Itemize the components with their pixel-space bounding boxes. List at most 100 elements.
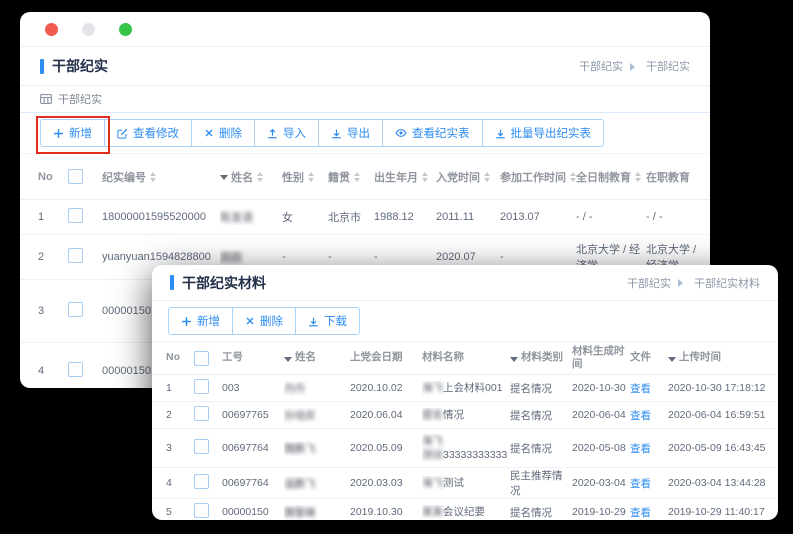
column-header-birth[interactable]: 出生年月 xyxy=(374,169,436,185)
column-header-gender[interactable]: 性别 xyxy=(282,169,328,185)
add-button[interactable]: 新增 xyxy=(40,119,105,147)
cell-record-id: yuanyuan1594828800 xyxy=(102,251,220,263)
view-file-link[interactable]: 查看 xyxy=(630,410,651,422)
breadcrumb-arrow-icon xyxy=(678,279,687,287)
view-file-link[interactable]: 查看 xyxy=(630,507,651,519)
window-titlebar xyxy=(20,12,710,47)
row-checkbox[interactable] xyxy=(68,248,83,263)
table-row[interactable]: 2 00697765 孙培弈 2020.06.04 提名情况 提名情况 2020… xyxy=(152,402,778,429)
breadcrumb-root[interactable]: 干部纪实 xyxy=(579,58,623,74)
batch-export-button[interactable]: 批量导出纪实表 xyxy=(482,119,605,147)
close-icon xyxy=(245,316,255,326)
cell-category: 提名情况 xyxy=(510,408,572,423)
cell-meeting-date: 2020.03.03 xyxy=(350,477,422,489)
table-row[interactable]: 5 00000150 魏警峰 2019.10.30 某某会议纪要 提名情况 20… xyxy=(152,499,778,520)
cell-emp-id: 00000150 xyxy=(222,506,284,518)
row-checkbox[interactable] xyxy=(194,503,209,518)
table-row[interactable]: 1 003 丹丹 2020.10.02 海飞上会材料001 提名情况 2020-… xyxy=(152,375,778,402)
filter-icon[interactable] xyxy=(668,357,676,366)
view-file-link[interactable]: 查看 xyxy=(630,383,651,395)
column-header-name[interactable]: 姓名 xyxy=(220,169,282,185)
filter-icon[interactable] xyxy=(220,175,228,184)
cell-category: 提名情况 xyxy=(510,381,572,396)
cell-generated: 2019-10-29 xyxy=(572,506,630,518)
breadcrumb-root[interactable]: 干部纪实 xyxy=(627,275,671,291)
delete-button[interactable]: 删除 xyxy=(232,307,296,335)
column-header-no: No xyxy=(38,171,68,183)
column-header-meeting-date[interactable]: 上党会日期 xyxy=(350,351,422,364)
filter-icon[interactable] xyxy=(284,357,292,366)
column-header-party-join[interactable]: 入党时间 xyxy=(436,169,500,185)
breadcrumb-current: 干部纪实 xyxy=(646,58,690,74)
select-all-checkbox[interactable] xyxy=(194,351,209,366)
sort-icon[interactable] xyxy=(308,172,314,182)
column-header-generated[interactable]: 材料生成时间 xyxy=(572,345,630,371)
cell-material-name: 某某会议纪要 xyxy=(422,505,510,519)
cell-gender: - xyxy=(282,251,328,263)
row-checkbox[interactable] xyxy=(68,362,83,377)
download-button[interactable]: 下载 xyxy=(295,307,360,335)
column-header-category[interactable]: 材料类别 xyxy=(510,351,572,364)
import-button[interactable]: 导入 xyxy=(254,119,319,147)
breadcrumb-current: 干部纪实材料 xyxy=(694,275,760,291)
sort-icon[interactable] xyxy=(484,172,490,182)
row-checkbox-cell xyxy=(194,474,222,492)
row-checkbox[interactable] xyxy=(194,474,209,489)
column-header-work-start[interactable]: 参加工作时间 xyxy=(500,169,576,185)
cell-name: 圆圆 xyxy=(220,249,282,265)
export-button[interactable]: 导出 xyxy=(318,119,383,147)
view-record-table-button[interactable]: 查看纪实表 xyxy=(382,119,483,147)
table-row[interactable]: 1 18000001595520000 陈发语 女 北京市 1988.12 20… xyxy=(20,200,710,235)
sort-icon[interactable] xyxy=(635,172,641,182)
row-checkbox[interactable] xyxy=(68,302,83,317)
row-checkbox[interactable] xyxy=(194,379,209,394)
column-header-name[interactable]: 姓名 xyxy=(284,351,350,364)
view-file-link[interactable]: 查看 xyxy=(630,478,651,490)
column-header-onjob-edu[interactable]: 在职教育 xyxy=(646,169,710,185)
sort-icon[interactable] xyxy=(150,172,156,182)
select-all-checkbox[interactable] xyxy=(68,169,83,184)
row-index: 2 xyxy=(166,409,194,421)
cell-birth: 1988.12 xyxy=(374,211,436,223)
maximize-window-button[interactable] xyxy=(119,23,132,36)
table-row[interactable]: 4 00697764 温鹏飞 2020.03.03 海飞测试 民主推荐情况 20… xyxy=(152,468,778,499)
row-checkbox[interactable] xyxy=(194,439,209,454)
sort-icon[interactable] xyxy=(257,172,263,182)
table-body: 1 003 丹丹 2020.10.02 海飞上会材料001 提名情况 2020-… xyxy=(152,375,778,520)
header-checkbox-cell xyxy=(68,169,102,184)
cell-work-start: - xyxy=(500,251,576,263)
page-header: 干部纪实材料 干部纪实 干部纪实材料 xyxy=(152,265,778,301)
cell-upload-time: 2020-10-30 17:18:12 xyxy=(668,382,778,394)
table-row[interactable]: 3 00697764 魏鹏飞 2020.05.09 海飞 测试333333333… xyxy=(152,429,778,468)
column-header-fulltime-edu[interactable]: 全日制教育 xyxy=(576,169,646,185)
toolbar-button-group: 新增 查看修改 删除 导入 导出 xyxy=(40,119,604,147)
row-checkbox-cell xyxy=(68,208,102,226)
column-header-native-place[interactable]: 籍贯 xyxy=(328,169,374,185)
delete-button[interactable]: 删除 xyxy=(191,119,255,147)
cell-name: 魏鹏飞 xyxy=(284,441,350,456)
edit-icon xyxy=(117,128,128,139)
sort-icon[interactable] xyxy=(422,172,428,182)
minimize-window-button[interactable] xyxy=(82,23,95,36)
filter-icon[interactable] xyxy=(510,357,518,366)
plus-icon xyxy=(181,316,192,327)
column-header-material-name[interactable]: 材料名称 xyxy=(422,351,510,364)
view-edit-button[interactable]: 查看修改 xyxy=(104,119,192,147)
cell-generated: 2020-10-30 xyxy=(572,382,630,394)
cell-file: 查看 xyxy=(630,476,668,491)
cell-name: 魏警峰 xyxy=(284,505,350,520)
column-header-upload-time[interactable]: 上传时间 xyxy=(668,351,778,364)
section-title-text: 干部纪实 xyxy=(58,91,102,107)
add-button[interactable]: 新增 xyxy=(168,307,233,335)
close-window-button[interactable] xyxy=(45,23,58,36)
sort-icon[interactable] xyxy=(354,172,360,182)
cell-upload-time: 2020-03-04 13:44:28 xyxy=(668,477,778,489)
column-header-emp-id[interactable]: 工号 xyxy=(222,351,284,364)
column-header-record-id[interactable]: 纪实编号 xyxy=(102,169,220,185)
cell-work-start: 2013.07 xyxy=(500,211,576,223)
row-checkbox[interactable] xyxy=(194,406,209,421)
view-file-link[interactable]: 查看 xyxy=(630,443,651,455)
toolbar: 新增 查看修改 删除 导入 导出 xyxy=(20,113,710,153)
row-checkbox[interactable] xyxy=(68,208,83,223)
cell-upload-time: 2019-10-29 11:40:17 xyxy=(668,506,778,518)
